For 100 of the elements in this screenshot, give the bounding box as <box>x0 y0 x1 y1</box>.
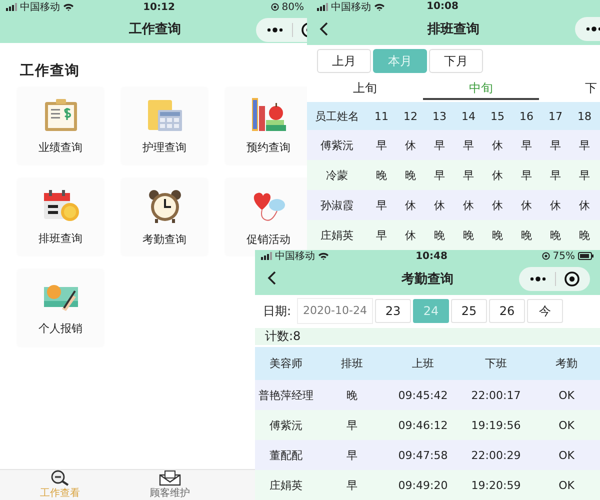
table-cell-text: 休 <box>549 198 562 212</box>
battery-icon <box>578 252 594 260</box>
table-cell-text: 晚 <box>462 228 475 242</box>
column-header: 14 <box>460 110 476 122</box>
capsule-menu[interactable] <box>256 18 310 42</box>
carrier-name: 中国移动 <box>331 0 371 14</box>
column-header: 排班 <box>340 356 364 371</box>
back-icon[interactable] <box>319 22 329 36</box>
orientation-lock-icon <box>542 252 550 260</box>
back-icon[interactable] <box>267 271 277 285</box>
table-cell-text: 休 <box>491 198 504 212</box>
table-cell-text: 09:45:42 <box>397 388 449 402</box>
signal-icon <box>317 2 328 10</box>
status-time: 10:12 <box>143 2 175 12</box>
wifi-icon <box>63 3 74 11</box>
carrier-name: 中国移动 <box>20 0 60 14</box>
target-icon[interactable] <box>564 271 580 287</box>
signal-icon <box>261 252 272 260</box>
table-cell-text: 09:49:20 <box>397 478 449 492</box>
table-cell-text: OK <box>558 388 576 402</box>
alarm-clock-icon <box>146 188 182 224</box>
table-cell-text: 晚 <box>520 228 533 242</box>
table-cell-text: 早 <box>375 198 388 212</box>
capsule-menu[interactable] <box>519 267 590 291</box>
table-cell-text: 19:20:59 <box>470 478 522 492</box>
menu-tile[interactable]: 考勤查询 <box>122 179 207 255</box>
table-cell-text: 早 <box>346 478 358 492</box>
more-icon[interactable] <box>266 27 284 33</box>
column-header: 15 <box>490 110 506 122</box>
table-cell-text: 09:46:12 <box>397 418 449 432</box>
battery-level: 75% <box>552 250 575 262</box>
table-cell-text: 董配配 <box>268 448 304 462</box>
table-cell-text: 09:47:58 <box>397 448 449 462</box>
table-cell-text: 休 <box>433 198 446 212</box>
tab-bar-item[interactable]: 顾客维护 <box>115 470 225 500</box>
table-cell-text: 休 <box>404 198 417 212</box>
page-title: 排班查询 <box>428 21 480 38</box>
date-field[interactable]: 2020-10-24 <box>297 298 373 324</box>
table-cell-text: 早 <box>520 168 533 182</box>
folder-icon <box>146 98 184 132</box>
books-icon <box>250 98 288 132</box>
table-cell-text: 早 <box>433 168 446 182</box>
table-cell-text: 早 <box>346 418 358 432</box>
day-button[interactable]: 今 <box>526 299 563 323</box>
date-label: 日期: <box>263 302 292 320</box>
orientation-lock-icon <box>270 3 279 11</box>
column-header: 13 <box>432 110 448 122</box>
more-icon[interactable] <box>529 276 547 282</box>
column-header: 16 <box>518 110 534 122</box>
column-header: 上班 <box>411 356 435 371</box>
column-header: 美容师 <box>268 356 304 371</box>
table-cell-text: OK <box>558 448 576 462</box>
table-cell-text: 休 <box>520 198 533 212</box>
day-button[interactable]: 26 <box>488 299 525 323</box>
table-cell-text: 普艳萍经理 <box>258 388 314 402</box>
table-cell-text: 休 <box>404 138 417 152</box>
day-button[interactable]: 23 <box>374 299 411 323</box>
calendar-icon <box>42 188 80 222</box>
table-cell-text: 早 <box>578 138 591 152</box>
month-button[interactable]: 上月 <box>317 49 371 73</box>
status-time: 10:48 <box>416 250 448 262</box>
table-cell-text: 休 <box>491 138 504 152</box>
page-title: 考勤查询 <box>402 270 454 288</box>
column-header: 考勤 <box>554 356 578 371</box>
wifi-icon <box>318 252 329 260</box>
table-cell-text: 早 <box>375 228 388 242</box>
table-cell-text: 晚 <box>578 228 591 242</box>
table-cell-text: 早 <box>462 168 475 182</box>
status-time: 10:08 <box>426 1 458 12</box>
more-icon[interactable] <box>585 26 600 32</box>
table-cell-text: 晚 <box>404 168 417 182</box>
record-count: 计数:8 <box>265 328 301 345</box>
table-cell-text: OK <box>558 478 576 492</box>
table-cell-text: 傅紫沅 <box>320 138 354 152</box>
table-cell-text: 早 <box>549 168 562 182</box>
column-header: 18 <box>576 110 592 122</box>
day-button[interactable]: 25 <box>450 299 487 323</box>
month-button[interactable]: 下月 <box>429 49 483 73</box>
table-cell-text: 晚 <box>375 168 388 182</box>
table-cell-text: 早 <box>462 138 475 152</box>
table-cell-text: 22:00:17 <box>470 388 522 402</box>
period-tab[interactable]: 中旬 <box>423 79 539 100</box>
menu-tile[interactable]: 护理查询 <box>122 88 207 164</box>
table-cell-text: 休 <box>491 168 504 182</box>
menu-tile[interactable]: 个人报销 <box>18 270 103 346</box>
table-cell-text: 休 <box>462 198 475 212</box>
table-cell-text: 冷蒙 <box>325 168 349 182</box>
table-cell-text: 庄娟英 <box>268 478 304 492</box>
table-cell-text: 早 <box>346 448 358 462</box>
menu-tile[interactable]: 排班查询 <box>18 179 103 255</box>
clipboard-icon <box>42 98 78 132</box>
menu-tile[interactable]: 业绩查询 <box>18 88 103 164</box>
battery-level: 80% <box>282 2 304 12</box>
table-cell-text: 休 <box>578 198 591 212</box>
table-cell-text: 早 <box>375 138 388 152</box>
table-cell-text: 晚 <box>433 228 446 242</box>
page-title: 工作查询 <box>129 20 181 38</box>
table-cell-text: 19:19:56 <box>470 418 522 432</box>
menu-tile[interactable]: 预约查询 <box>226 88 310 164</box>
table-cell-text: 22:00:29 <box>470 448 522 462</box>
